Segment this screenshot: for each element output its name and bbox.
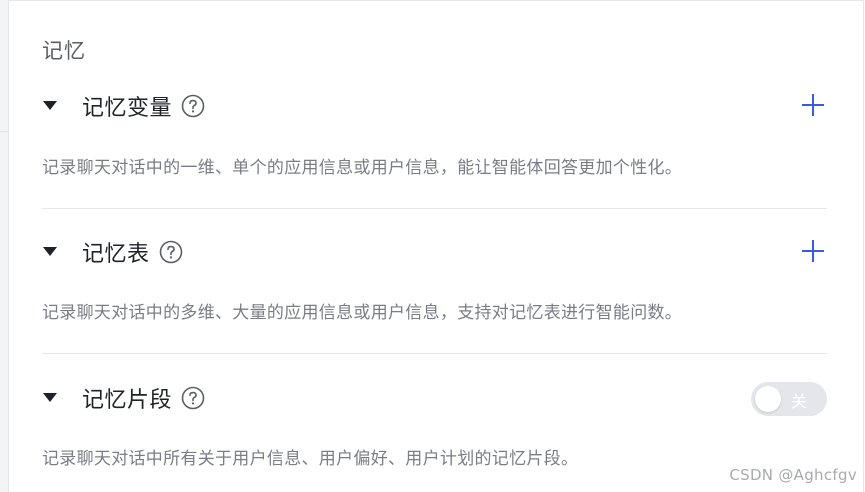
add-variable-button[interactable] [800, 92, 826, 118]
memory-panel: 记忆 记忆变量 记录聊天对话中的一维、单个的应用信息或用户信息，能让智能体回答更… [8, 0, 864, 492]
plus-icon [802, 240, 824, 262]
panel-title: 记忆 [42, 39, 86, 63]
section-description: 记录聊天对话中的一维、单个的应用信息或用户信息，能让智能体回答更加个性化。 [42, 158, 683, 178]
watermark: CSDN @Aghcfgv [729, 466, 857, 484]
side-background [0, 0, 8, 492]
question-circle-icon[interactable] [159, 240, 183, 264]
memory-fragments-toggle[interactable]: 关 [751, 382, 827, 416]
toggle-knob [755, 386, 781, 412]
section-header-memory-fragments[interactable]: 记忆片段 [42, 383, 205, 413]
caret-down-icon[interactable] [42, 244, 58, 260]
plus-icon [802, 94, 824, 116]
section-header-memory-variables[interactable]: 记忆变量 [42, 91, 205, 121]
question-circle-icon[interactable] [181, 386, 205, 410]
add-table-button[interactable] [800, 238, 826, 264]
section-divider [42, 353, 827, 354]
section-description: 记录聊天对话中的多维、大量的应用信息或用户信息，支持对记忆表进行智能问数。 [42, 303, 683, 323]
side-divider [0, 131, 8, 132]
section-title: 记忆变量 [82, 96, 173, 121]
question-circle-icon[interactable] [181, 94, 205, 118]
section-title: 记忆片段 [82, 388, 173, 413]
toggle-label: 关 [791, 392, 808, 411]
caret-down-icon[interactable] [42, 390, 58, 406]
section-divider [42, 208, 827, 209]
section-title: 记忆表 [82, 242, 150, 267]
caret-down-icon[interactable] [42, 98, 58, 114]
section-header-memory-table[interactable]: 记忆表 [42, 237, 183, 267]
memory-settings-screen: 记忆 记忆变量 记录聊天对话中的一维、单个的应用信息或用户信息，能让智能体回答更… [0, 0, 865, 492]
section-description: 记录聊天对话中所有关于用户信息、用户偏好、用户计划的记忆片段。 [42, 449, 579, 469]
